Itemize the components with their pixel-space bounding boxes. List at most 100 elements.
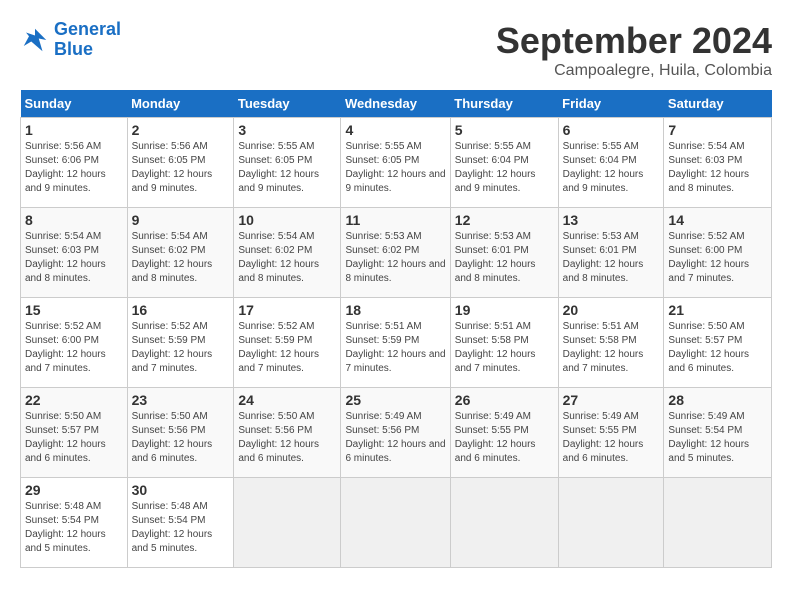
day-info: Sunrise: 5:53 AM Sunset: 6:02 PM Dayligh…	[345, 231, 445, 284]
calendar-week-row: 1 Sunrise: 5:56 AM Sunset: 6:06 PM Dayli…	[21, 118, 772, 208]
day-number: 19	[455, 302, 554, 318]
calendar-day-cell: 18 Sunrise: 5:51 AM Sunset: 5:59 PM Dayl…	[341, 298, 450, 388]
day-number: 25	[345, 392, 445, 408]
day-info: Sunrise: 5:50 AM Sunset: 5:56 PM Dayligh…	[238, 411, 319, 464]
day-info: Sunrise: 5:48 AM Sunset: 5:54 PM Dayligh…	[25, 501, 106, 554]
calendar-table: SundayMondayTuesdayWednesdayThursdayFrid…	[20, 90, 772, 568]
day-of-week-header: Saturday	[664, 90, 772, 118]
day-number: 16	[132, 302, 230, 318]
day-info: Sunrise: 5:52 AM Sunset: 6:00 PM Dayligh…	[668, 231, 749, 284]
day-of-week-header: Sunday	[21, 90, 128, 118]
day-info: Sunrise: 5:53 AM Sunset: 6:01 PM Dayligh…	[455, 231, 536, 284]
calendar-header-row: SundayMondayTuesdayWednesdayThursdayFrid…	[21, 90, 772, 118]
day-info: Sunrise: 5:51 AM Sunset: 5:58 PM Dayligh…	[455, 321, 536, 374]
day-number: 6	[563, 122, 660, 138]
day-info: Sunrise: 5:55 AM Sunset: 6:05 PM Dayligh…	[345, 141, 445, 194]
calendar-day-cell: 16 Sunrise: 5:52 AM Sunset: 5:59 PM Dayl…	[127, 298, 234, 388]
day-info: Sunrise: 5:56 AM Sunset: 6:05 PM Dayligh…	[132, 141, 213, 194]
calendar-day-cell: 14 Sunrise: 5:52 AM Sunset: 6:00 PM Dayl…	[664, 208, 772, 298]
calendar-day-cell	[234, 478, 341, 568]
day-info: Sunrise: 5:54 AM Sunset: 6:02 PM Dayligh…	[132, 231, 213, 284]
calendar-day-cell: 4 Sunrise: 5:55 AM Sunset: 6:05 PM Dayli…	[341, 118, 450, 208]
calendar-day-cell: 11 Sunrise: 5:53 AM Sunset: 6:02 PM Dayl…	[341, 208, 450, 298]
day-number: 21	[668, 302, 767, 318]
calendar-day-cell	[341, 478, 450, 568]
calendar-day-cell: 2 Sunrise: 5:56 AM Sunset: 6:05 PM Dayli…	[127, 118, 234, 208]
calendar-day-cell: 1 Sunrise: 5:56 AM Sunset: 6:06 PM Dayli…	[21, 118, 128, 208]
day-info: Sunrise: 5:49 AM Sunset: 5:54 PM Dayligh…	[668, 411, 749, 464]
calendar-day-cell: 17 Sunrise: 5:52 AM Sunset: 5:59 PM Dayl…	[234, 298, 341, 388]
logo: General Blue	[20, 20, 121, 60]
calendar-week-row: 22 Sunrise: 5:50 AM Sunset: 5:57 PM Dayl…	[21, 388, 772, 478]
day-number: 12	[455, 212, 554, 228]
day-info: Sunrise: 5:54 AM Sunset: 6:03 PM Dayligh…	[668, 141, 749, 194]
day-number: 26	[455, 392, 554, 408]
day-number: 30	[132, 482, 230, 498]
day-number: 13	[563, 212, 660, 228]
day-info: Sunrise: 5:52 AM Sunset: 5:59 PM Dayligh…	[238, 321, 319, 374]
day-info: Sunrise: 5:49 AM Sunset: 5:56 PM Dayligh…	[345, 411, 445, 464]
day-number: 29	[25, 482, 123, 498]
logo-line1: General	[54, 19, 121, 39]
day-number: 23	[132, 392, 230, 408]
calendar-week-row: 8 Sunrise: 5:54 AM Sunset: 6:03 PM Dayli…	[21, 208, 772, 298]
calendar-day-cell: 30 Sunrise: 5:48 AM Sunset: 5:54 PM Dayl…	[127, 478, 234, 568]
day-number: 1	[25, 122, 123, 138]
calendar-day-cell	[558, 478, 664, 568]
calendar-day-cell	[450, 478, 558, 568]
day-info: Sunrise: 5:51 AM Sunset: 5:58 PM Dayligh…	[563, 321, 644, 374]
day-number: 3	[238, 122, 336, 138]
calendar-day-cell: 24 Sunrise: 5:50 AM Sunset: 5:56 PM Dayl…	[234, 388, 341, 478]
day-info: Sunrise: 5:51 AM Sunset: 5:59 PM Dayligh…	[345, 321, 445, 374]
title-block: September 2024 Campoalegre, Huila, Colom…	[496, 20, 772, 80]
day-info: Sunrise: 5:55 AM Sunset: 6:04 PM Dayligh…	[455, 141, 536, 194]
day-number: 10	[238, 212, 336, 228]
calendar-day-cell: 28 Sunrise: 5:49 AM Sunset: 5:54 PM Dayl…	[664, 388, 772, 478]
page-header: General Blue September 2024 Campoalegre,…	[20, 20, 772, 80]
day-number: 5	[455, 122, 554, 138]
day-number: 27	[563, 392, 660, 408]
calendar-day-cell: 20 Sunrise: 5:51 AM Sunset: 5:58 PM Dayl…	[558, 298, 664, 388]
day-of-week-header: Thursday	[450, 90, 558, 118]
calendar-day-cell: 6 Sunrise: 5:55 AM Sunset: 6:04 PM Dayli…	[558, 118, 664, 208]
day-info: Sunrise: 5:52 AM Sunset: 6:00 PM Dayligh…	[25, 321, 106, 374]
day-number: 11	[345, 212, 445, 228]
day-number: 14	[668, 212, 767, 228]
calendar-day-cell: 26 Sunrise: 5:49 AM Sunset: 5:55 PM Dayl…	[450, 388, 558, 478]
calendar-week-row: 15 Sunrise: 5:52 AM Sunset: 6:00 PM Dayl…	[21, 298, 772, 388]
day-info: Sunrise: 5:54 AM Sunset: 6:02 PM Dayligh…	[238, 231, 319, 284]
calendar-day-cell: 10 Sunrise: 5:54 AM Sunset: 6:02 PM Dayl…	[234, 208, 341, 298]
calendar-day-cell: 3 Sunrise: 5:55 AM Sunset: 6:05 PM Dayli…	[234, 118, 341, 208]
day-info: Sunrise: 5:54 AM Sunset: 6:03 PM Dayligh…	[25, 231, 106, 284]
day-info: Sunrise: 5:50 AM Sunset: 5:57 PM Dayligh…	[668, 321, 749, 374]
month-title: September 2024	[496, 20, 772, 62]
day-number: 15	[25, 302, 123, 318]
calendar-day-cell: 19 Sunrise: 5:51 AM Sunset: 5:58 PM Dayl…	[450, 298, 558, 388]
calendar-day-cell: 25 Sunrise: 5:49 AM Sunset: 5:56 PM Dayl…	[341, 388, 450, 478]
day-number: 17	[238, 302, 336, 318]
calendar-day-cell: 12 Sunrise: 5:53 AM Sunset: 6:01 PM Dayl…	[450, 208, 558, 298]
day-info: Sunrise: 5:55 AM Sunset: 6:05 PM Dayligh…	[238, 141, 319, 194]
calendar-day-cell: 13 Sunrise: 5:53 AM Sunset: 6:01 PM Dayl…	[558, 208, 664, 298]
calendar-day-cell: 22 Sunrise: 5:50 AM Sunset: 5:57 PM Dayl…	[21, 388, 128, 478]
logo-text: General Blue	[54, 20, 121, 60]
day-info: Sunrise: 5:48 AM Sunset: 5:54 PM Dayligh…	[132, 501, 213, 554]
day-number: 7	[668, 122, 767, 138]
day-number: 20	[563, 302, 660, 318]
day-number: 9	[132, 212, 230, 228]
calendar-day-cell: 27 Sunrise: 5:49 AM Sunset: 5:55 PM Dayl…	[558, 388, 664, 478]
logo-line2: Blue	[54, 39, 93, 59]
day-info: Sunrise: 5:56 AM Sunset: 6:06 PM Dayligh…	[25, 141, 106, 194]
day-number: 28	[668, 392, 767, 408]
day-number: 8	[25, 212, 123, 228]
calendar-day-cell: 8 Sunrise: 5:54 AM Sunset: 6:03 PM Dayli…	[21, 208, 128, 298]
calendar-day-cell: 5 Sunrise: 5:55 AM Sunset: 6:04 PM Dayli…	[450, 118, 558, 208]
day-number: 18	[345, 302, 445, 318]
day-number: 4	[345, 122, 445, 138]
day-info: Sunrise: 5:50 AM Sunset: 5:56 PM Dayligh…	[132, 411, 213, 464]
calendar-day-cell: 15 Sunrise: 5:52 AM Sunset: 6:00 PM Dayl…	[21, 298, 128, 388]
calendar-body: 1 Sunrise: 5:56 AM Sunset: 6:06 PM Dayli…	[21, 118, 772, 568]
day-info: Sunrise: 5:49 AM Sunset: 5:55 PM Dayligh…	[455, 411, 536, 464]
calendar-day-cell: 7 Sunrise: 5:54 AM Sunset: 6:03 PM Dayli…	[664, 118, 772, 208]
calendar-day-cell: 29 Sunrise: 5:48 AM Sunset: 5:54 PM Dayl…	[21, 478, 128, 568]
